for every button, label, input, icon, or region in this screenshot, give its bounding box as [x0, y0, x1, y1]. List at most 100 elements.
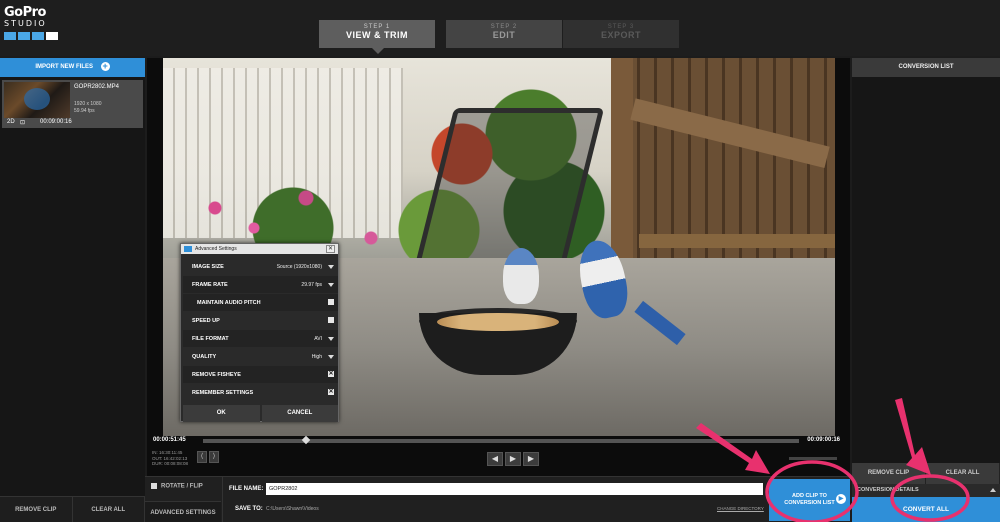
image-size-row[interactable]: IMAGE SIZE Source (1920x1080) — [183, 258, 338, 275]
step-back-icon[interactable]: ◀ — [487, 452, 503, 466]
maintain-audio-pitch-checkbox[interactable] — [328, 299, 334, 305]
row-label: REMEMBER SETTINGS — [192, 390, 254, 396]
step-edit-tab[interactable]: STEP 2 EDIT — [446, 20, 562, 48]
playhead-handle[interactable] — [301, 435, 311, 445]
speed-up-row[interactable]: SPEED UP — [183, 312, 338, 329]
dialog-title: Advanced Settings — [195, 246, 237, 252]
file-resolution: 1920 x 1080 — [74, 101, 102, 107]
file-name: GOPR2802.MP4 — [74, 84, 120, 90]
timeline-controls: 00:00:51:45 00:09:00:16 IN: 16:30:11:45 … — [150, 435, 845, 476]
remove-clip-button[interactable]: REMOVE CLIP — [0, 497, 73, 522]
scene-blue-jay-left — [503, 248, 539, 304]
frame-rate-select[interactable]: 29.97 fps — [301, 282, 322, 288]
transport-controls: ◀ ▶ ▶ — [487, 452, 539, 466]
conversion-details-label: CONVERSION DETAILS — [857, 487, 919, 493]
clear-all-button[interactable]: CLEAR ALL — [72, 497, 145, 522]
row-label: IMAGE SIZE — [192, 264, 224, 270]
remove-fisheye-row[interactable]: REMOVE FISHEYE ✕ — [183, 366, 338, 383]
file-format-row[interactable]: FILE FORMAT AVI — [183, 330, 338, 347]
file-name-input[interactable] — [266, 483, 763, 495]
remember-settings-checkbox[interactable]: ✕ — [328, 389, 334, 395]
mark-buttons: ⟨ ⟩ — [197, 451, 219, 463]
speed-up-checkbox[interactable] — [328, 317, 334, 323]
file-thumbnail — [4, 82, 70, 118]
advanced-settings-dialog: Advanced Settings ✕ IMAGE SIZE Source (1… — [180, 243, 339, 422]
conversion-list-header: CONVERSION LIST — [852, 58, 1000, 77]
advanced-settings-button[interactable]: ADVANCED SETTINGS — [145, 501, 221, 522]
plus-icon: + — [100, 60, 110, 71]
rotate-flip-checkbox[interactable] — [151, 483, 157, 489]
media-bin-actions: REMOVE CLIP CLEAR ALL — [0, 496, 145, 522]
image-size-select[interactable]: Source (1920x1080) — [277, 264, 322, 270]
conversion-list-panel: CONVERSION LIST REMOVE CLIP CLEAR ALL CO… — [852, 58, 1000, 522]
dialog-buttons: OK CANCEL — [183, 405, 338, 422]
step-forward-icon[interactable]: ▶ — [523, 452, 539, 466]
conversion-details-toggle[interactable]: CONVERSION DETAILS — [852, 484, 1000, 497]
row-label: SPEED UP — [192, 318, 220, 324]
chevron-up-icon — [990, 488, 996, 492]
clear-all-button[interactable]: CLEAR ALL — [926, 463, 1000, 484]
save-to-path: C:\Users\Shawn\Videos — [266, 506, 319, 512]
chevron-down-icon[interactable] — [328, 265, 334, 269]
camera-icon: ⊡ — [20, 120, 26, 126]
close-icon[interactable]: ✕ — [326, 245, 335, 253]
convert-all-button[interactable]: CONVERT ALL — [852, 497, 1000, 522]
rotate-flip-label: ROTATE / FLIP — [161, 483, 203, 490]
quality-row[interactable]: QUALITY High — [183, 348, 338, 365]
step-label: EXPORT — [600, 30, 641, 40]
chevron-down-icon[interactable] — [328, 283, 334, 287]
file-duration: 00:09:00:16 — [40, 119, 72, 125]
file-meta-row: 2D ⊡ 00:09:00:16 — [2, 119, 143, 128]
row-label: FILE FORMAT — [192, 336, 229, 342]
step-number: STEP 1 — [363, 24, 391, 30]
step-label: EDIT — [492, 30, 516, 40]
maintain-audio-pitch-row[interactable]: MAINTAIN AUDIO PITCH — [183, 294, 338, 311]
step-number: STEP 3 — [607, 24, 635, 30]
media-file-item[interactable]: GOPR2802.MP4 1920 x 1080 59.94 fps 2D ⊡ … — [2, 80, 143, 128]
scene-peanuts — [437, 313, 559, 331]
file-framerate: 59.94 fps — [74, 108, 95, 114]
logo-subtext: STUDIO — [4, 19, 47, 28]
play-icon[interactable]: ▶ — [505, 452, 521, 466]
gopro-studio-window: GoPro STUDIO STEP 1 VIEW & TRIM STEP 2 E… — [0, 0, 1000, 522]
remove-fisheye-checkbox[interactable]: ✕ — [328, 371, 334, 377]
row-label: QUALITY — [192, 354, 217, 360]
file-mode-badge: 2D — [7, 119, 15, 125]
row-label: FRAME RATE — [192, 282, 228, 288]
step-label: VIEW & TRIM — [346, 30, 408, 40]
scene-post — [611, 58, 633, 268]
top-bar: GoPro STUDIO STEP 1 VIEW & TRIM STEP 2 E… — [0, 0, 1000, 56]
remove-clip-button[interactable]: REMOVE CLIP — [852, 463, 926, 484]
scrub-bar[interactable] — [203, 435, 799, 445]
chevron-down-icon[interactable] — [328, 337, 334, 341]
step-export-tab[interactable]: STEP 3 EXPORT — [563, 20, 679, 48]
import-new-files-button[interactable]: IMPORT NEW FILES + — [0, 58, 145, 77]
save-to-label: SAVE TO: — [235, 506, 263, 512]
file-format-select[interactable]: AVI — [314, 336, 322, 342]
chevron-down-icon[interactable] — [328, 355, 334, 359]
row-label: MAINTAIN AUDIO PITCH — [197, 300, 261, 306]
remember-settings-row[interactable]: REMEMBER SETTINGS ✕ — [183, 384, 338, 401]
active-step-pointer-icon — [372, 48, 384, 54]
volume-slider[interactable] — [789, 457, 837, 460]
logo-text: GoPro — [4, 5, 46, 20]
duration: DUR: 00:08:08:08 — [152, 461, 189, 466]
quality-select[interactable]: High — [312, 354, 322, 360]
export-settings-bar: ROTATE / FLIP ADVANCED SETTINGS FILE NAM… — [145, 476, 850, 522]
current-timecode: 00:00:51:45 — [153, 437, 186, 443]
step-view-trim-tab[interactable]: STEP 1 VIEW & TRIM — [319, 20, 435, 48]
ok-button[interactable]: OK — [183, 405, 260, 422]
mark-in-icon[interactable]: ⟨ — [197, 451, 207, 463]
media-bin-panel: IMPORT NEW FILES + GOPR2802.MP4 1920 x 1… — [0, 58, 145, 522]
add-clip-to-conversion-list-button[interactable]: ADD CLIP TO CONVERSION LIST ▶ — [769, 479, 850, 521]
divider — [222, 477, 223, 522]
scene-beam-lower — [639, 234, 835, 248]
rotate-flip-toggle[interactable]: ROTATE / FLIP — [151, 483, 203, 490]
logo-squares — [4, 32, 64, 40]
mark-out-icon[interactable]: ⟩ — [209, 451, 219, 463]
dialog-title-bar[interactable]: Advanced Settings ✕ — [181, 244, 338, 254]
change-directory-link[interactable]: CHANGE DIRECTORY — [717, 506, 764, 511]
frame-rate-row[interactable]: FRAME RATE 29.97 fps — [183, 276, 338, 293]
cancel-button[interactable]: CANCEL — [261, 405, 338, 422]
end-timecode: 00:09:00:16 — [807, 437, 840, 443]
